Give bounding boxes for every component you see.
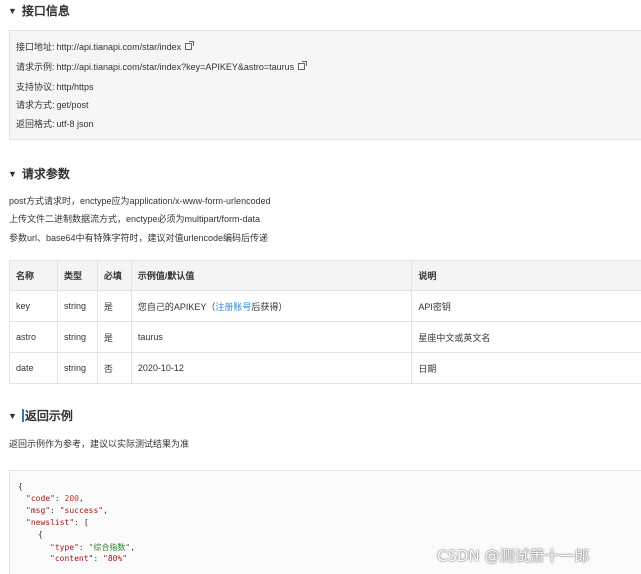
collapse-triangle-icon[interactable]: ▼ (8, 169, 17, 179)
api-url-link[interactable]: http://api.tianapi.com/star/index (57, 42, 182, 52)
external-link-icon[interactable] (298, 61, 308, 70)
table-header-row: 名称 类型 必填 示例值/默认值 说明 (9, 260, 641, 291)
response-note: 返回示例作为参考，建议以实际测试结果为准 (9, 439, 190, 449)
collapse-triangle-icon[interactable]: ▼ (8, 411, 17, 421)
table-row: key string 是 您自己的APIKEY（注册账号后获得） API密钥 (9, 290, 641, 322)
text-cursor (21, 409, 24, 422)
external-link-icon[interactable] (185, 41, 195, 50)
section-title-text: 接口信息 (21, 4, 70, 18)
api-info-row-method: 请求方式: get/post (16, 99, 89, 111)
collapse-triangle-icon[interactable]: ▼ (8, 6, 17, 16)
register-account-link[interactable]: 注册账号 (215, 302, 251, 312)
api-info-row-url: 接口地址: http://api.tianapi.com/star/index (16, 40, 195, 53)
csdn-watermark: CSDN @测试萧十一郎 (437, 547, 590, 565)
section-title-response-example: ▼ 返回示例 (8, 407, 73, 424)
request-note-3: 参数url、base64中有特殊字符时，建议对值urlencode编码后传递 (9, 233, 269, 243)
api-info-box: 接口地址: http://api.tianapi.com/star/index … (9, 30, 641, 140)
section-title-text: 返回示例 (24, 409, 73, 423)
table-row: astro string 是 taurus 星座中文或英文名 (9, 321, 641, 353)
api-info-row-protocol: 支持协议: http/https (16, 81, 94, 93)
api-example-link[interactable]: http://api.tianapi.com/star/index?key=AP… (57, 62, 295, 72)
section-title-request-params: ▼ 请求参数 (8, 165, 70, 182)
section-title-api-info: ▼ 接口信息 (8, 2, 70, 19)
api-info-row-example: 请求示例: http://api.tianapi.com/star/index?… (16, 60, 308, 73)
table-row: date string 否 2020-10-12 日期 (9, 352, 641, 384)
params-table: 名称 类型 必填 示例值/默认值 说明 key string 是 您自己的API… (9, 260, 641, 384)
request-note-1: post方式请求时，enctype应为application/x-www-for… (9, 196, 271, 206)
request-note-2: 上传文件二进制数据流方式，enctype必须为multipart/form-da… (9, 214, 261, 224)
api-info-row-format: 返回格式: utf-8 json (16, 118, 94, 130)
section-title-text: 请求参数 (21, 167, 70, 181)
